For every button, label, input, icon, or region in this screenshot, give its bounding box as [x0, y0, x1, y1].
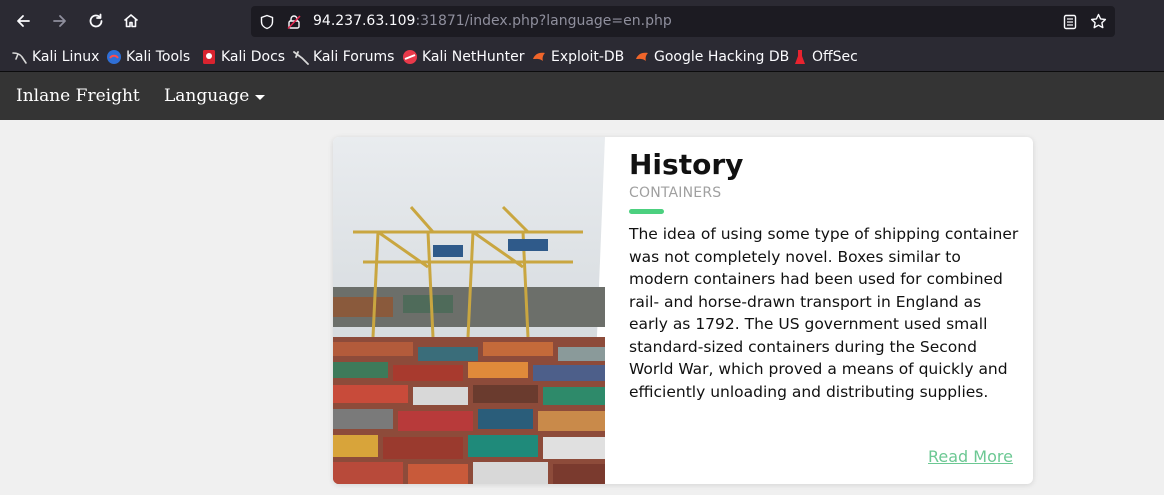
history-card: History CONTAINERS The idea of using som… [333, 137, 1033, 484]
bookmarks-bar: Kali Linux Kali Tools Kali Docs Kali For… [0, 42, 1164, 72]
bookmark-kali-forums[interactable]: Kali Forums [293, 48, 394, 66]
back-icon[interactable] [11, 9, 35, 33]
language-label: Language [164, 86, 250, 106]
url-host: 94.237.63.109 [313, 13, 416, 29]
bookmark-kali-docs[interactable]: Kali Docs [201, 48, 285, 66]
bookmark-kali-tools[interactable]: Kali Tools [106, 48, 190, 66]
bookmark-label: Kali NetHunter [422, 49, 525, 65]
shield-icon[interactable] [258, 13, 275, 30]
bookmark-star-icon[interactable] [1090, 13, 1107, 30]
language-dropdown[interactable]: Language [164, 86, 266, 106]
site-navbar: Inlane Freight Language [0, 72, 1164, 120]
read-more-link[interactable]: Read More [928, 447, 1013, 466]
bookmark-google-hacking-db[interactable]: Google Hacking DB [634, 48, 789, 66]
forward-icon[interactable] [48, 9, 72, 33]
bookmark-kali-linux[interactable]: Kali Linux [12, 48, 99, 66]
kali-tools-icon [106, 49, 122, 65]
browser-toolbar: 94.237.63.109:31871/index.php?language=e… [0, 0, 1164, 42]
accent-divider [629, 209, 664, 214]
ghdb-icon [634, 49, 650, 65]
bookmark-label: Kali Linux [32, 49, 100, 65]
kali-forums-icon [293, 49, 309, 65]
bookmark-offsec[interactable]: OffSec [792, 48, 858, 66]
caret-down-icon [255, 94, 266, 100]
offsec-icon [792, 49, 808, 65]
bookmark-label: Google Hacking DB [654, 49, 790, 65]
url-text[interactable]: 94.237.63.109:31871/index.php?language=e… [313, 13, 672, 29]
bookmark-exploit-db[interactable]: Exploit-DB [531, 48, 624, 66]
bookmark-label: Kali Docs [221, 49, 286, 65]
bookmark-label: Kali Forums [313, 49, 395, 65]
kali-dragon-icon [12, 49, 28, 65]
reload-icon[interactable] [84, 9, 108, 33]
bookmark-label: Exploit-DB [551, 49, 625, 65]
url-path: :31871/index.php?language=en.php [415, 13, 672, 29]
nethunter-icon [402, 49, 418, 65]
card-title: History [629, 148, 744, 181]
insecure-lock-icon[interactable] [285, 13, 302, 30]
bookmark-kali-nethunter[interactable]: Kali NetHunter [402, 48, 524, 66]
exploit-db-icon [531, 49, 547, 65]
card-body: History CONTAINERS The idea of using som… [629, 147, 1021, 403]
site-brand[interactable]: Inlane Freight [16, 86, 140, 106]
address-bar[interactable]: 94.237.63.109:31871/index.php?language=e… [251, 6, 1115, 37]
bookmark-label: OffSec [812, 49, 858, 65]
card-subtitle: CONTAINERS [629, 185, 722, 201]
reader-view-icon[interactable] [1061, 13, 1078, 30]
bookmark-label: Kali Tools [126, 49, 191, 65]
card-description: The idea of using some type of shipping … [629, 225, 1019, 401]
home-icon[interactable] [119, 9, 143, 33]
kali-docs-icon [201, 49, 217, 65]
container-port-photo [333, 137, 611, 484]
